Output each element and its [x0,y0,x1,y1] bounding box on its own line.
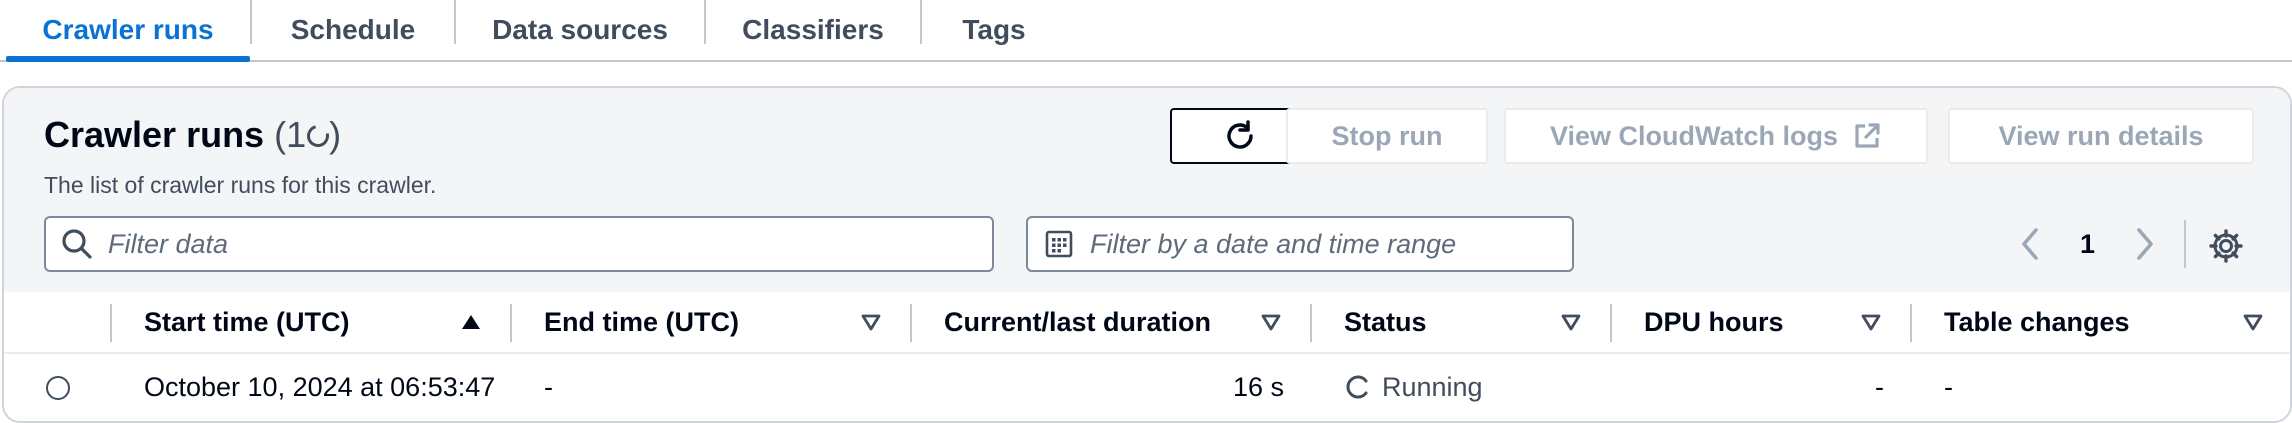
view-run-details-button[interactable]: View run details [1948,108,2254,164]
sort-descending-icon[interactable] [1260,312,1282,332]
table-changes-value: - [1944,371,1953,402]
sort-descending-icon[interactable] [2242,312,2264,332]
calendar-icon [1045,230,1073,258]
status-value: Running [1382,371,1483,402]
count-suffix: ) [329,114,342,155]
column-label: Start time (UTC) [144,306,350,337]
page-title: Crawler runs (1) [44,114,341,156]
tab-label: Schedule [290,14,416,45]
cell-duration: 16 s [944,354,1284,420]
current-page-number[interactable]: 1 [2080,229,2095,260]
duration-value: 16 s [1232,371,1284,402]
column-divider [910,304,912,342]
sort-descending-icon[interactable] [1560,312,1582,332]
status-spinner-icon [1346,375,1368,399]
cell-status: Running [1344,354,1483,420]
column-divider [1310,304,1312,342]
tab-classifiers[interactable]: Classifiers [706,0,920,60]
column-label: Table changes [1944,306,2130,337]
search-icon [62,229,92,259]
column-divider [110,304,112,342]
column-header-dpu-hours[interactable]: DPU hours [1644,292,1784,352]
column-label: End time (UTC) [544,306,739,337]
tab-schedule[interactable]: Schedule [252,0,454,60]
chevron-left-icon[interactable] [2016,224,2046,264]
column-divider [1610,304,1612,342]
tab-label: Tags [962,14,1026,45]
date-filter-placeholder: Filter by a date and time range [1090,228,1457,259]
sort-descending-icon[interactable] [1860,312,1882,332]
cell-end-time: - [544,354,553,420]
column-header-start-time[interactable]: Start time (UTC) [144,292,350,352]
stop-run-label: Stop run [1331,120,1443,151]
end-time-value: - [544,371,553,402]
sort-descending-icon[interactable] [860,312,882,332]
table-row[interactable]: October 10, 2024 at 06:53:47 - 16 s Runn… [4,354,2290,420]
column-label: DPU hours [1644,306,1784,337]
column-header-table-changes[interactable]: Table changes [1944,292,2130,352]
column-label: Status [1344,306,1427,337]
count-prefix: (1 [274,114,307,155]
tab-label: Crawler runs [42,14,214,45]
dpu-hours-value: - [1875,371,1884,402]
cell-table-changes: - [1944,354,1953,420]
tab-label: Data sources [492,14,668,45]
tab-data-sources[interactable]: Data sources [456,0,704,60]
refresh-icon [1227,120,1253,149]
view-details-label: View run details [1998,120,2204,151]
cell-dpu-hours: - [1644,354,1884,420]
column-header-duration[interactable]: Current/last duration [944,292,1211,352]
tab-tags[interactable]: Tags [922,0,1066,60]
tab-label: Classifiers [742,14,884,45]
panel-header: Crawler runs (1) The list of crawler run… [4,88,2290,292]
column-label: Current/last duration [944,306,1212,337]
panel-description: The list of crawler runs for this crawle… [44,172,437,198]
chevron-right-icon[interactable] [2129,224,2159,264]
active-tab-indicator [6,56,250,62]
column-header-end-time[interactable]: End time (UTC) [544,292,739,352]
row-select-radio[interactable] [46,376,70,400]
view-cloudwatch-logs-button[interactable]: View CloudWatch logs [1504,108,1928,164]
external-link-icon [1855,123,1880,148]
column-divider [1910,304,1912,342]
filter-data-placeholder: Filter data [108,228,229,259]
view-logs-label: View CloudWatch logs [1549,120,1839,151]
pagination-divider [2184,220,2186,268]
date-range-filter[interactable]: Filter by a date and time range [1026,216,1574,272]
filter-data-input[interactable]: Filter data [44,216,994,272]
start-time-value: October 10, 2024 at 06:53:47 [144,371,496,402]
title-text: Crawler runs [44,114,265,155]
run-count: (1) [274,114,341,156]
column-header-status[interactable]: Status [1344,292,1427,352]
cell-start-time: October 10, 2024 at 06:53:47 [144,354,512,420]
tab-crawler-runs[interactable]: Crawler runs [6,0,250,60]
column-divider [510,304,512,342]
table-header: Start time (UTC) End time (UTC) Current/… [4,292,2290,354]
settings-gear-icon[interactable] [2208,228,2244,264]
sort-ascending-icon[interactable] [460,312,482,332]
crawler-runs-panel: Crawler runs (1) The list of crawler run… [2,86,2292,423]
pagination: 1 [2016,218,2159,270]
tab-bar: Crawler runs Schedule Data sources Class… [0,0,2292,62]
stop-run-button[interactable]: Stop run [1286,108,1488,164]
